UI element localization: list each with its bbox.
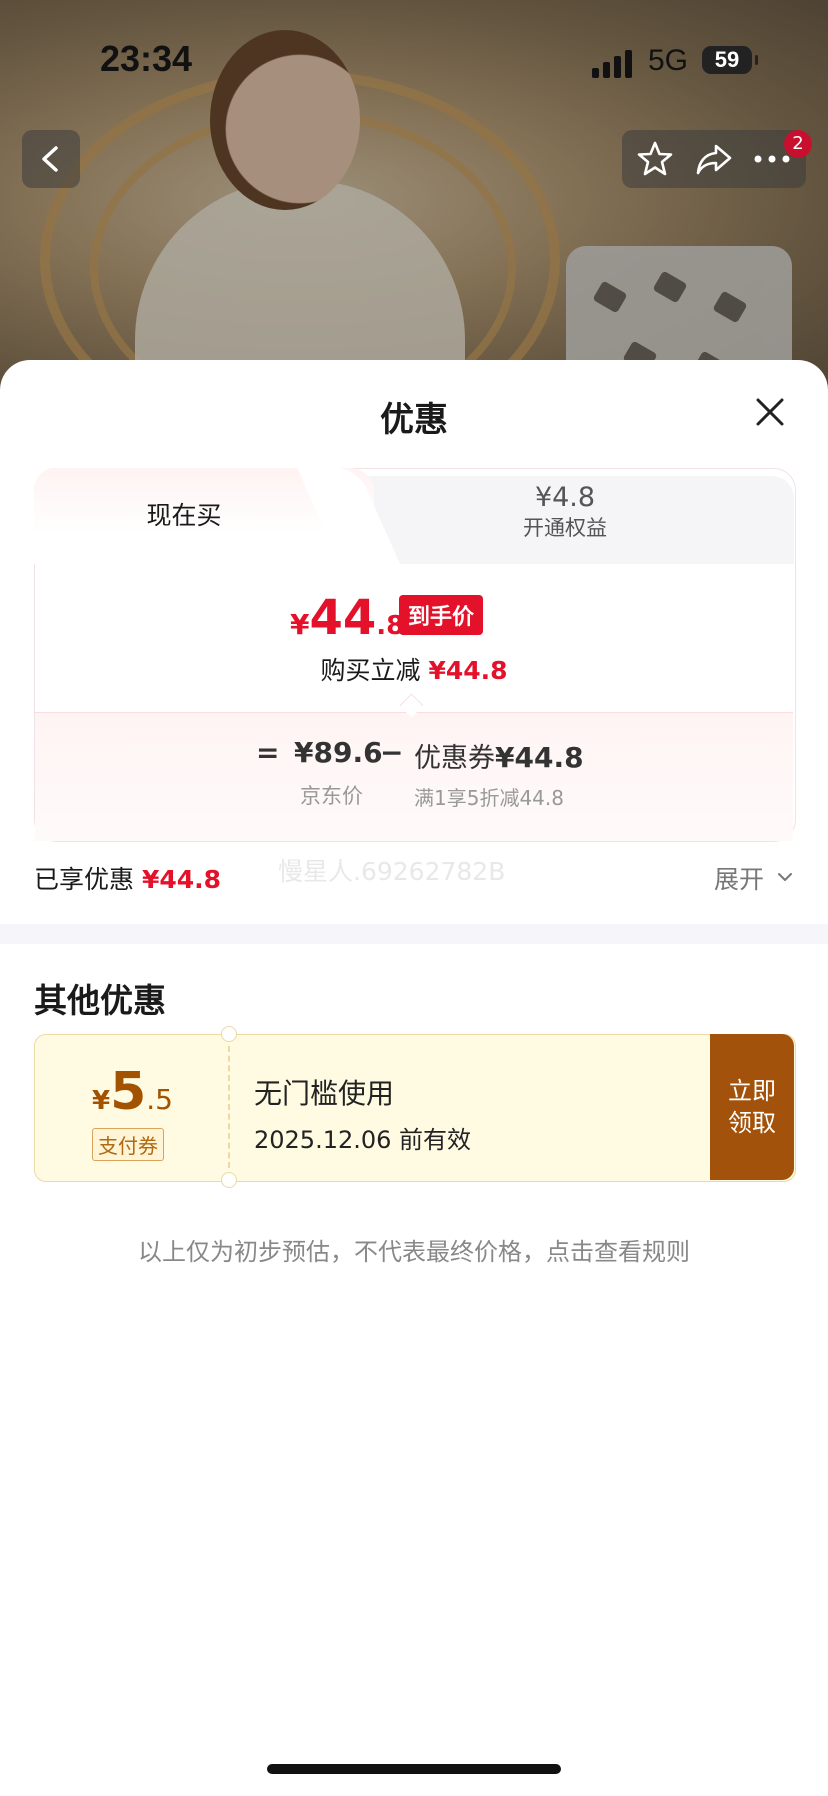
- coupon-deduction-amount: ¥44.8: [495, 741, 584, 774]
- claim-button-line2: 领取: [728, 1109, 776, 1137]
- other-offers-title: 其他优惠: [34, 981, 166, 1020]
- coupon-condition: 无门槛使用: [254, 1077, 395, 1110]
- coupon-currency: ¥: [92, 1086, 111, 1116]
- tab-vip-price[interactable]: ¥4.8: [400, 482, 730, 513]
- jd-price: ¥89.6: [294, 736, 383, 769]
- battery-icon: 59: [702, 46, 758, 74]
- coupon-type-badge: 支付券: [92, 1128, 164, 1161]
- signal-icon: [592, 48, 638, 78]
- back-button[interactable]: [22, 130, 80, 188]
- more-icon[interactable]: [752, 152, 792, 166]
- section-divider: [0, 924, 828, 944]
- coupon-amount: ¥5.5: [92, 1062, 173, 1122]
- coupon-expiry: 2025.12.06 前有效: [254, 1126, 472, 1154]
- chevron-down-icon[interactable]: [776, 868, 794, 886]
- minus-sign: −: [380, 736, 404, 769]
- final-price-tag: 到手价: [399, 595, 484, 635]
- enjoyed-discount: 已享优惠 ¥44.8: [34, 860, 221, 896]
- reduce-label: 购买立减: [320, 656, 429, 685]
- sheet-title: 优惠: [380, 400, 448, 440]
- coupon-notch: [221, 1026, 237, 1042]
- final-price-currency: ¥: [290, 608, 310, 641]
- coupon-rule: 满1享5折减44.8: [414, 786, 564, 810]
- coupon-decimal: .5: [146, 1083, 173, 1116]
- star-icon[interactable]: [636, 140, 674, 178]
- reduce-amount: ¥44.8: [428, 656, 508, 685]
- watermark: 慢星人.69262782B: [278, 857, 506, 886]
- share-icon[interactable]: [694, 140, 734, 178]
- tab-vip-label[interactable]: 开通权益: [400, 512, 730, 542]
- coupon-deduction-label: 优惠券: [414, 743, 495, 774]
- coupon-separator: [228, 1046, 230, 1168]
- coupon-notch: [221, 1172, 237, 1188]
- expand-button[interactable]: 展开: [714, 860, 764, 896]
- tab-now[interactable]: 现在买: [34, 496, 334, 532]
- close-icon[interactable]: [754, 396, 786, 428]
- network-label: 5G: [648, 44, 689, 77]
- coupon-integer: 5: [110, 1062, 147, 1122]
- price-breakdown: [35, 712, 793, 841]
- claim-coupon-button[interactable]: 立即 领取: [710, 1034, 794, 1180]
- enjoyed-label: 已享优惠: [34, 865, 142, 894]
- disclaimer-link[interactable]: 以上仅为初步预估，不代表最终价格，点击查看规则: [0, 1232, 828, 1267]
- action-bar: [622, 130, 806, 188]
- coupon-deduction: 优惠券¥44.8: [414, 736, 584, 775]
- home-indicator[interactable]: [267, 1764, 561, 1774]
- final-price: ¥44.8: [290, 590, 404, 646]
- chevron-left-icon: [42, 146, 58, 172]
- reduce-line: 购买立减 ¥44.8: [0, 651, 828, 687]
- claim-button-line1: 立即: [728, 1077, 776, 1105]
- final-price-integer: 44: [309, 590, 377, 646]
- equals-sign: =: [256, 736, 280, 769]
- enjoyed-amount: ¥44.8: [141, 865, 222, 894]
- notification-badge: 2: [784, 130, 812, 158]
- status-time: 23:34: [100, 38, 193, 79]
- jd-price-label: 京东价: [300, 784, 363, 808]
